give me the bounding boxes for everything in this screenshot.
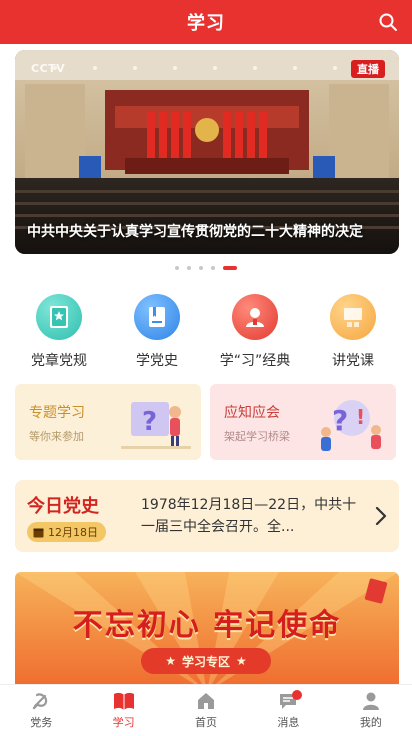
live-badge: 直播 — [351, 60, 385, 78]
carousel-dot[interactable] — [187, 266, 191, 270]
quick-nav-party-lecture[interactable]: 讲党课 — [308, 294, 398, 370]
slogan-text: 不忘初心 牢记使命 — [72, 608, 342, 643]
svg-text:!: ! — [356, 405, 365, 429]
search-icon[interactable] — [378, 12, 398, 32]
book-star-icon — [36, 294, 82, 340]
card-subtitle: 架起学习桥梁 — [224, 430, 290, 443]
tab-label: 学习 — [112, 716, 135, 729]
card-title: 应知应会 — [224, 405, 280, 421]
today-history-date-text: 12月18日 — [48, 526, 98, 539]
study-illustration-icon: ? — [121, 402, 191, 449]
quick-nav: 党章党规 学党史 学“习”经典 讲党课 — [0, 294, 412, 370]
tab-party-affairs[interactable]: 党务 — [0, 685, 82, 736]
quick-nav-label: 讲党课 — [332, 353, 374, 369]
bottom-tab-bar: 党务 学习 首页 消息 我的 — [0, 684, 412, 736]
page-title: 学习 — [187, 13, 225, 34]
carousel-dot[interactable] — [175, 266, 179, 270]
carousel-dot[interactable] — [211, 266, 215, 270]
quick-nav-label: 党章党规 — [31, 353, 87, 369]
carousel-dot[interactable] — [199, 266, 203, 270]
top-bar: 学习 — [0, 0, 412, 44]
star-icon: ★ — [236, 654, 247, 668]
banner-caption: 中共中央关于认真学习宣传贯彻党的二十大精神的决定 — [27, 224, 363, 240]
today-history-title: 今日党史 — [27, 496, 99, 517]
card-topic-study[interactable]: 专题学习 等你来参加 ? — [15, 384, 201, 460]
study-zone-banner[interactable]: 不忘初心 牢记使命 ★ 学习专区 ★ — [15, 572, 399, 692]
tab-mine[interactable]: 我的 — [330, 685, 412, 736]
svg-text:?: ? — [142, 407, 157, 437]
speaker-person-icon — [232, 294, 278, 340]
qa-illustration-icon: ? ! — [321, 400, 381, 451]
tab-label: 首页 — [195, 716, 218, 729]
party-emblem-icon — [33, 693, 48, 710]
card-subtitle: 等你来参加 — [29, 430, 84, 443]
quick-nav-party-history[interactable]: 学党史 — [112, 294, 202, 370]
svg-text:?: ? — [332, 404, 348, 437]
quick-nav-label: 学“习”经典 — [219, 353, 291, 369]
tab-label: 消息 — [277, 716, 300, 729]
book-icon — [134, 294, 180, 340]
carousel-indicator — [0, 266, 412, 270]
study-zone-label: 学习专区 — [181, 654, 230, 669]
app-root: 学习 CCTV 直播 中共中央关于认真学习宣传贯彻党的二十大精神的决定 党章党规… — [0, 0, 412, 736]
carousel-dot-active[interactable] — [223, 266, 237, 270]
today-history-text: 1978年12月18日—22日，中共十一届三中全会召开。全... — [141, 497, 357, 535]
open-book-icon — [113, 692, 134, 710]
star-icon: ★ — [165, 654, 176, 668]
tab-label: 我的 — [359, 716, 382, 729]
tab-messages[interactable]: 消息 — [247, 685, 329, 736]
user-icon — [362, 692, 379, 710]
unread-badge — [292, 690, 303, 700]
today-party-history[interactable]: 今日党史 12月18日 1978年12月18日—22日，中共十一届三中全会召开。… — [15, 480, 399, 552]
news-carousel[interactable]: CCTV 直播 中共中央关于认真学习宣传贯彻党的二十大精神的决定 — [15, 50, 399, 254]
study-zone-button[interactable]: ★ 学习专区 ★ — [141, 648, 271, 674]
calendar-icon — [33, 528, 44, 537]
home-icon — [198, 693, 215, 709]
quick-nav-party-rules[interactable]: 党章党规 — [14, 294, 104, 370]
tab-study[interactable]: 学习 — [82, 685, 164, 736]
classroom-icon — [330, 294, 376, 340]
tab-label: 党务 — [30, 716, 53, 729]
card-title: 专题学习 — [29, 405, 85, 421]
quick-nav-label: 学党史 — [136, 353, 178, 369]
card-must-know[interactable]: 应知应会 架起学习桥梁 ? ! — [210, 384, 396, 460]
today-history-date: 12月18日 — [27, 522, 106, 542]
chevron-right-icon — [375, 506, 387, 526]
quick-nav-classics[interactable]: 学“习”经典 — [210, 294, 300, 370]
tab-home[interactable]: 首页 — [165, 685, 247, 736]
channel-logo: CCTV — [31, 62, 66, 75]
